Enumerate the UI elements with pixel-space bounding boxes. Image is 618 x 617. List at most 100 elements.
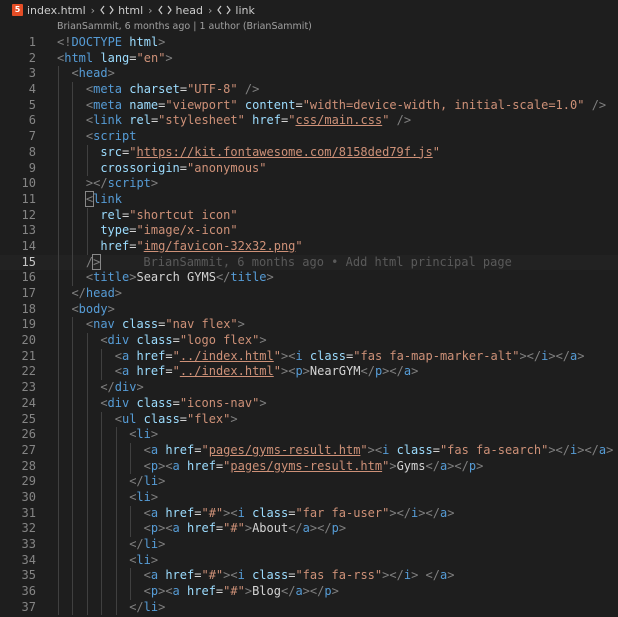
- code-line[interactable]: 33 </li>: [0, 537, 618, 553]
- code-line[interactable]: 13 type="image/x-icon": [0, 223, 618, 239]
- line-number[interactable]: 2: [0, 51, 36, 67]
- code-line[interactable]: 29 </li>: [0, 474, 618, 490]
- code-line[interactable]: 37 </li>: [0, 599, 618, 616]
- code-line[interactable]: 6 <link rel="stylesheet" href="css/main.c…: [0, 113, 618, 130]
- line-number[interactable]: 6: [0, 113, 36, 129]
- code-line[interactable]: 32 <p><a href="#">About</a></p>: [0, 521, 618, 537]
- indent-guide: [58, 411, 59, 428]
- line-number[interactable]: 11: [0, 192, 36, 208]
- code-line[interactable]: 5 <meta name="viewport" content="width=de…: [0, 97, 618, 114]
- code-line[interactable]: 17 </head>: [0, 286, 618, 302]
- line-number[interactable]: 28: [0, 459, 36, 475]
- line-number[interactable]: 35: [0, 568, 36, 584]
- code-line[interactable]: 19 <nav class="nav flex">: [0, 317, 618, 334]
- line-number[interactable]: 25: [0, 412, 36, 428]
- indent-guide: [72, 348, 74, 365]
- code-line[interactable]: 30 <li>: [0, 489, 618, 506]
- line-number[interactable]: 15: [0, 255, 36, 271]
- code-line[interactable]: 16 <title>Search GYMS</title>: [0, 270, 618, 286]
- indent-guide: [72, 489, 74, 506]
- code-line[interactable]: 35 <a href="#"><i class="fas fa-rss"></i>…: [0, 568, 618, 585]
- line-number[interactable]: 37: [0, 600, 36, 616]
- git-blame-codelens[interactable]: BrianSammit, 6 months ago | 1 author (Br…: [57, 21, 312, 35]
- line-number[interactable]: 5: [0, 98, 36, 114]
- code-line[interactable]: 9 crossorigin="anonymous": [0, 160, 618, 177]
- line-number[interactable]: 36: [0, 584, 36, 600]
- breadcrumb-item-file[interactable]: 5 index.html: [12, 4, 86, 17]
- code-token: =: [432, 442, 440, 457]
- indent-guide: [58, 521, 59, 537]
- line-number[interactable]: 33: [0, 537, 36, 553]
- code-line[interactable]: 27 <a href="pages/gyms-result.htm"><i cla…: [0, 442, 618, 459]
- line-number[interactable]: 32: [0, 521, 36, 537]
- line-number[interactable]: 18: [0, 302, 36, 318]
- code-line[interactable]: 18 <body>: [0, 301, 618, 318]
- code-token: ": [201, 442, 209, 457]
- line-number[interactable]: 4: [0, 82, 36, 98]
- code-line[interactable]: 7 <script: [0, 129, 618, 145]
- code-line[interactable]: 10 ></script>: [0, 176, 618, 192]
- line-number[interactable]: 23: [0, 380, 36, 396]
- code-content: /> BrianSammit, 6 months ago • Add html p…: [86, 253, 512, 271]
- line-number[interactable]: 16: [0, 270, 36, 286]
- line-number[interactable]: 22: [0, 364, 36, 380]
- line-number[interactable]: 30: [0, 490, 36, 506]
- line-number[interactable]: 13: [0, 223, 36, 239]
- line-number[interactable]: 29: [0, 474, 36, 490]
- line-number[interactable]: 31: [0, 506, 36, 522]
- line-number[interactable]: 19: [0, 317, 36, 333]
- line-number[interactable]: 24: [0, 396, 36, 412]
- code-line[interactable]: 1 <!DOCTYPE html>: [0, 35, 618, 51]
- indent-guide: [115, 427, 117, 443]
- code-line[interactable]: 31 <a href="#"><i class="far fa-user"></i…: [0, 505, 618, 522]
- code-content: <meta charset="UTF-8" />: [86, 82, 259, 98]
- code-line[interactable]: 8 src="https://kit.fontawesome.com/8158de…: [0, 144, 618, 161]
- code-line[interactable]: 36 <p><a href="#">Blog</a></p>: [0, 584, 618, 600]
- breadcrumb-item-link[interactable]: link: [217, 4, 255, 17]
- code-line[interactable]: 34 <li>: [0, 552, 618, 569]
- code-line[interactable]: 28 <p><a href="pages/gyms-result.htm">Gym…: [0, 458, 618, 475]
- code-line[interactable]: 23 </div>: [0, 380, 618, 396]
- line-number[interactable]: 1: [0, 35, 36, 51]
- line-number[interactable]: 20: [0, 333, 36, 349]
- code-token: >: [150, 427, 159, 442]
- code-line[interactable]: 26 <li>: [0, 427, 618, 443]
- code-line[interactable]: 2 <html lang="en">: [0, 51, 618, 67]
- code-line[interactable]: 21 <a href="../index.html"><i class="fas …: [0, 348, 618, 365]
- line-number[interactable]: 21: [0, 349, 36, 365]
- code-line[interactable]: 3 <head>: [0, 66, 618, 83]
- indent-guide: [58, 584, 59, 600]
- line-number[interactable]: 14: [0, 239, 36, 255]
- line-number[interactable]: 26: [0, 427, 36, 443]
- line-number[interactable]: 17: [0, 286, 36, 302]
- code-line[interactable]: 15 /> BrianSammit, 6 months ago • Add html…: [0, 253, 618, 271]
- code-token: "far fa-user": [295, 505, 390, 520]
- code-line[interactable]: 20 <div class="logo flex">: [0, 333, 618, 349]
- code-line[interactable]: 12 rel="shortcut icon": [0, 207, 618, 224]
- code-line[interactable]: 25 <ul class="flex">: [0, 411, 618, 428]
- code-line[interactable]: 24 <div class="icons-nav">: [0, 395, 618, 412]
- line-number[interactable]: 34: [0, 553, 36, 569]
- line-number[interactable]: 3: [0, 66, 36, 82]
- line-number[interactable]: 12: [0, 208, 36, 224]
- line-number[interactable]: 9: [0, 161, 36, 177]
- code-line[interactable]: 4 <meta charset="UTF-8" />: [0, 82, 618, 98]
- code-token: a: [172, 521, 180, 536]
- code-content: </head>: [71, 286, 122, 302]
- line-number[interactable]: 27: [0, 443, 36, 459]
- line-number[interactable]: 8: [0, 145, 36, 161]
- code-line[interactable]: 22 <a href="../index.html"><p>NearGYM</p>…: [0, 364, 618, 381]
- code-line[interactable]: 11 <link: [0, 190, 618, 208]
- code-content: <li>: [129, 427, 158, 443]
- line-number[interactable]: 10: [0, 176, 36, 192]
- code-line[interactable]: 14 href="img/favicon-32x32.png": [0, 238, 618, 255]
- line-number[interactable]: 7: [0, 129, 36, 145]
- indent-guide: [86, 207, 88, 224]
- breadcrumb-item-head[interactable]: head: [157, 4, 203, 17]
- code-editor[interactable]: 1 <!DOCTYPE html> 2 <html lang="en"> 3 <head>…: [0, 35, 618, 616]
- breadcrumb-item-html[interactable]: html: [100, 4, 143, 17]
- code-token: >: [150, 552, 159, 567]
- code-token: =: [179, 411, 188, 426]
